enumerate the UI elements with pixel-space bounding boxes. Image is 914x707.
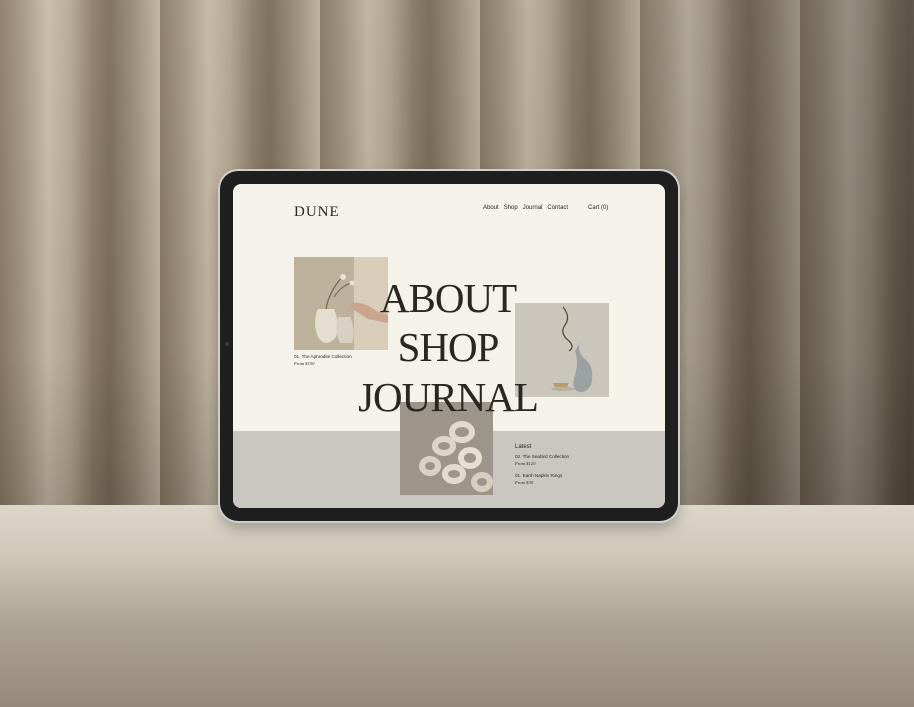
hero-about[interactable]: ABOUT bbox=[328, 278, 568, 319]
latest-item-title[interactable]: 01. Earth Napkin Rings bbox=[515, 473, 562, 480]
latest-item: 01. Earth Napkin Rings From $30 bbox=[515, 473, 562, 487]
nav-contact[interactable]: Contact bbox=[547, 205, 568, 211]
hero-shop[interactable]: SHOP bbox=[328, 327, 568, 368]
latest-item-price: From $30 bbox=[515, 479, 534, 485]
nav-about[interactable]: About bbox=[483, 205, 499, 211]
camera-dot bbox=[225, 342, 229, 346]
hero-journal[interactable]: JOURNAL bbox=[321, 377, 575, 418]
latest-heading: Latest bbox=[515, 444, 532, 450]
latest-item: 02. The Seabird Collection From $120 bbox=[515, 454, 569, 468]
nav-journal[interactable]: Journal bbox=[523, 205, 543, 211]
cart-link[interactable]: Cart (0) bbox=[588, 205, 608, 211]
site-logo[interactable]: DUNE bbox=[294, 204, 340, 221]
tablet-screen: DUNE About Shop Journal Contact Cart (0) bbox=[233, 184, 665, 508]
latest-item-price: From $120 bbox=[515, 460, 536, 466]
tablet-device: DUNE About Shop Journal Contact Cart (0) bbox=[220, 171, 678, 521]
latest-item-title[interactable]: 02. The Seabird Collection bbox=[515, 454, 569, 461]
nav-shop[interactable]: Shop bbox=[504, 205, 518, 211]
floor-shadow bbox=[0, 560, 914, 707]
main-nav: About Shop Journal Contact bbox=[483, 205, 568, 211]
